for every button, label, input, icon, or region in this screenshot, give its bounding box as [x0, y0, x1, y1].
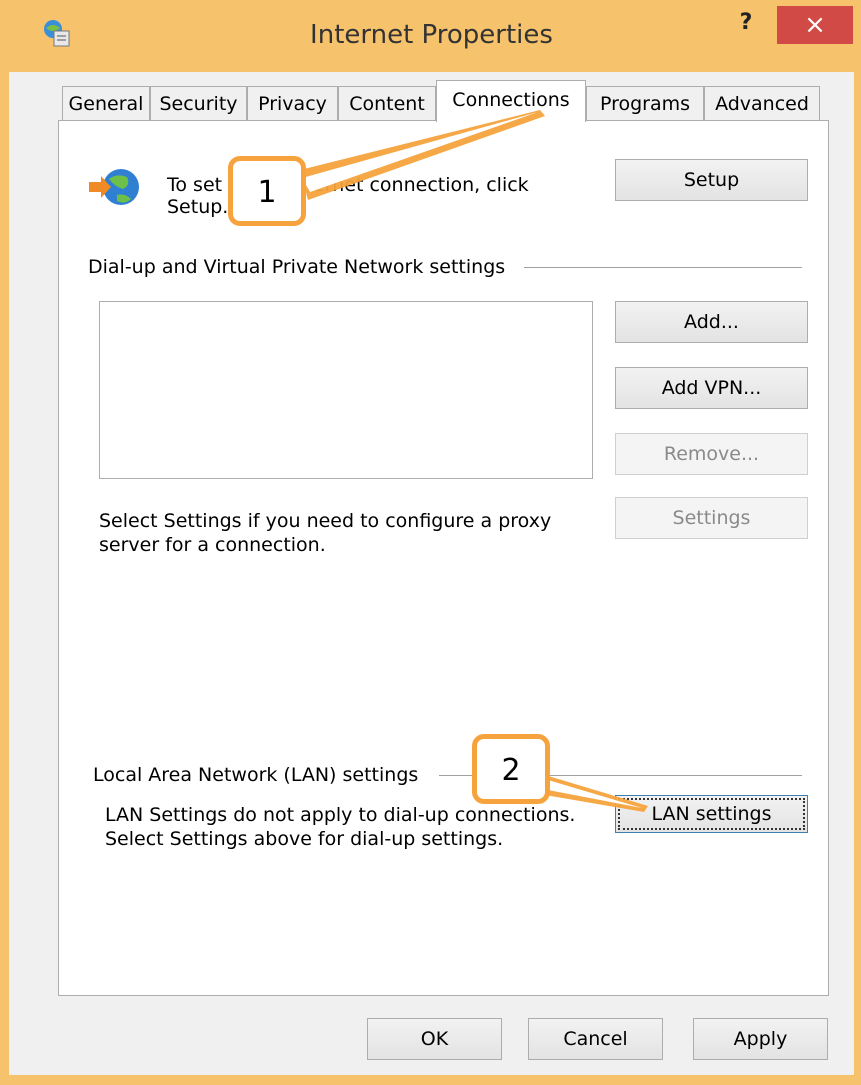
callout-1: 1 — [228, 156, 306, 226]
callout-pointers — [300, 110, 648, 812]
callout-2: 2 — [472, 734, 550, 804]
